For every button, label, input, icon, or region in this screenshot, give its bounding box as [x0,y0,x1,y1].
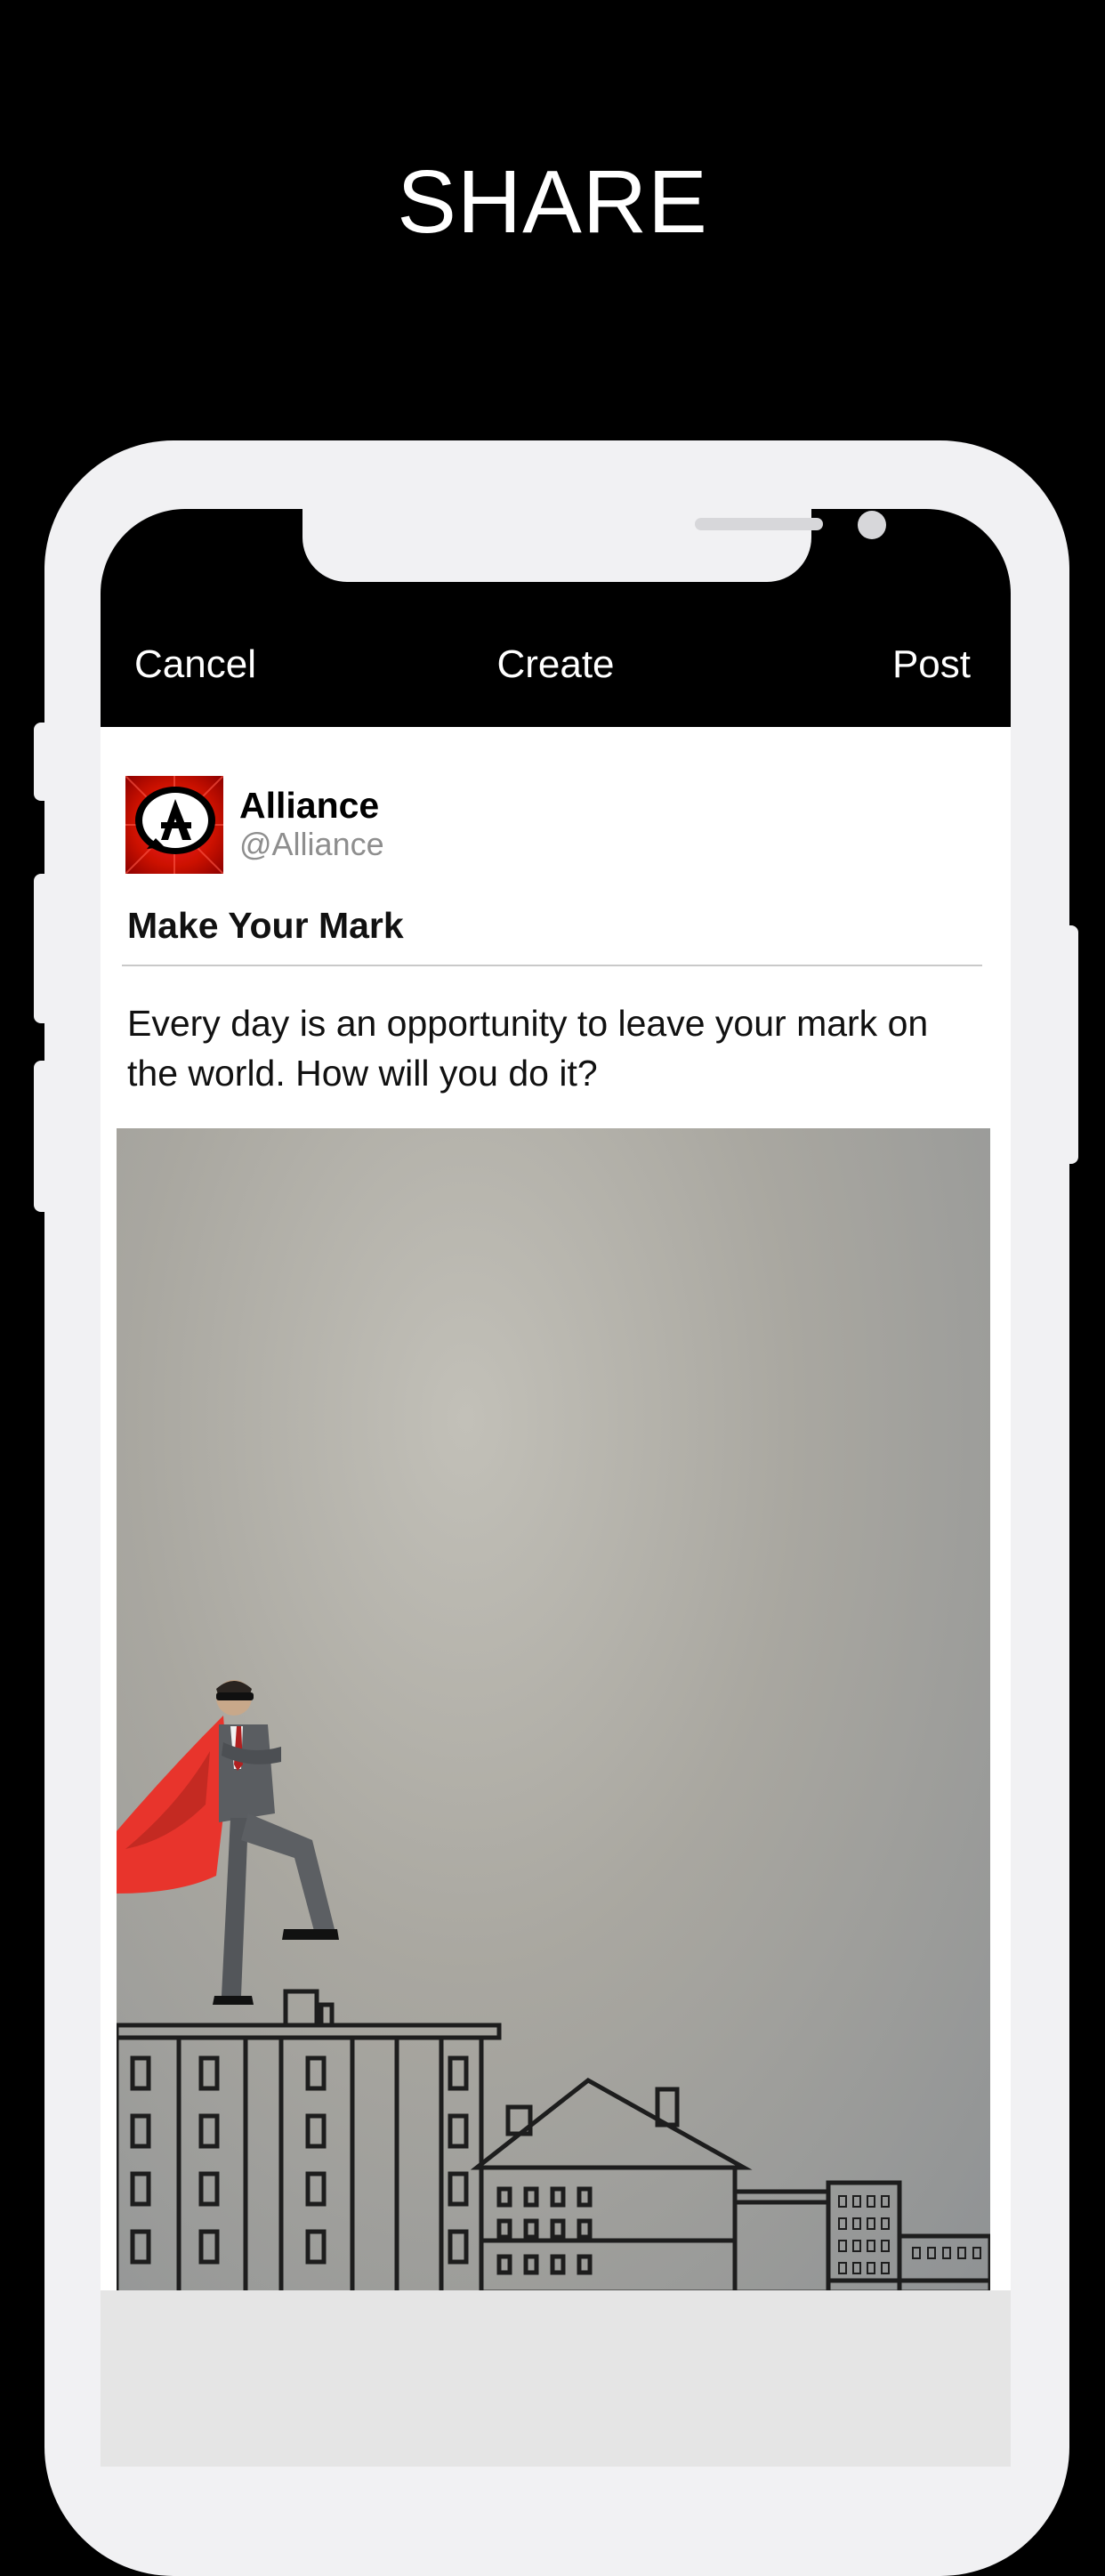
post-title[interactable]: Make Your Mark [127,905,404,947]
account-handle: @Alliance [239,826,384,862]
phone-volume-up-button [34,874,52,1023]
superhero-businessman-on-rooftop-image[interactable] [117,1128,990,2290]
nav-title: Create [496,642,615,686]
front-camera [858,511,886,539]
alliance-logo-icon [125,776,223,874]
post-button[interactable]: Post [892,642,971,687]
account-name: Alliance [239,785,380,826]
compose-nav-bar: Cancel Create Post [101,625,1011,714]
page-headline: SHARE [397,152,708,252]
title-divider [122,965,982,966]
phone-screen: Cancel Create Post Alliance @Alliance Ma… [101,509,1011,2467]
phone-volume-down-button [34,1061,52,1212]
speaker-grille [695,518,823,530]
keyboard-area [101,2290,1011,2467]
post-body-text[interactable]: Every day is an opportunity to leave you… [127,998,981,1098]
status-area: Cancel Create Post [101,509,1011,727]
phone-power-button [1055,925,1078,1164]
phone-silent-switch [34,723,52,801]
phone-notch [302,509,886,582]
